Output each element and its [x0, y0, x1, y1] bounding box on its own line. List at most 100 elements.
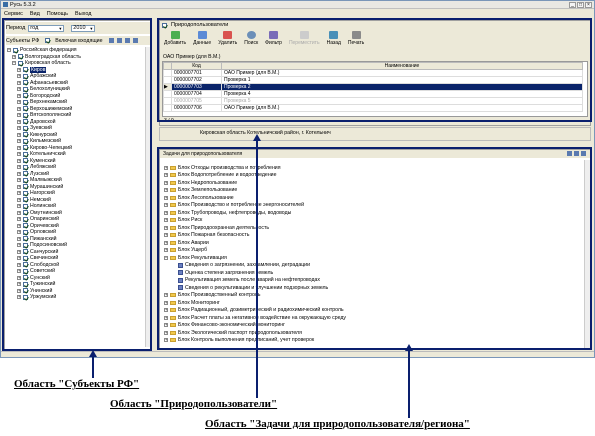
task-block-item[interactable]: + Блок Расчет платы за негативное воздейс…: [164, 314, 584, 322]
expand-icon[interactable]: +: [17, 223, 21, 228]
subject-checkbox[interactable]: [23, 275, 28, 281]
expand-icon[interactable]: +: [17, 230, 21, 235]
expand-icon[interactable]: +: [17, 106, 21, 111]
subject-checkbox[interactable]: [23, 73, 28, 79]
expand-icon[interactable]: +: [17, 178, 21, 183]
subject-item[interactable]: + Уржумский: [7, 294, 145, 301]
subject-checkbox[interactable]: [23, 132, 28, 138]
subject-checkbox[interactable]: [23, 184, 28, 190]
expand-icon[interactable]: +: [17, 288, 21, 293]
table-row[interactable]: ▶ 0000007703 Проверка 2: [163, 83, 583, 91]
expand-icon[interactable]: +: [164, 165, 168, 170]
subject-checkbox[interactable]: [23, 145, 28, 151]
expand-icon[interactable]: +: [164, 180, 168, 185]
table-row[interactable]: 0000007704 Проверка 4: [163, 90, 583, 98]
delete-button[interactable]: Удалить: [218, 31, 237, 46]
expand-icon[interactable]: +: [17, 67, 21, 72]
expand-icon[interactable]: +: [164, 293, 168, 298]
task-block-item[interactable]: + Блок Финансово-экономический мониторинг: [164, 322, 584, 330]
tasks-scrollbar[interactable]: [584, 160, 590, 348]
expand-icon[interactable]: +: [17, 256, 21, 261]
subject-checkbox[interactable]: [23, 106, 28, 112]
tasks-grid-icon[interactable]: [567, 151, 572, 156]
subject-checkbox[interactable]: [23, 138, 28, 144]
expand-icon[interactable]: +: [17, 80, 21, 85]
expand-icon[interactable]: +: [164, 308, 168, 313]
subject-checkbox[interactable]: [23, 255, 28, 261]
period-type-select[interactable]: год ▼: [28, 24, 65, 32]
expand-icon[interactable]: +: [164, 300, 168, 305]
task-block-item[interactable]: + Блок Ущерб: [164, 247, 584, 255]
expand-icon[interactable]: +: [17, 262, 21, 267]
subject-checkbox[interactable]: [23, 216, 28, 222]
task-block-item[interactable]: + Блок Риск: [164, 217, 584, 225]
menu-service[interactable]: Сервис: [4, 11, 23, 17]
expand-icon[interactable]: +: [164, 195, 168, 200]
task-block-item[interactable]: + Блок Лесопользование: [164, 194, 584, 202]
table-row[interactable]: 0000007701 ОАО Пример (для В.М.): [163, 69, 583, 77]
task-block-item[interactable]: + Блок Трубопроводы, нефтепроводы, водово…: [164, 209, 584, 217]
collapse-icon[interactable]: −: [164, 255, 168, 260]
expand-icon[interactable]: +: [17, 275, 21, 280]
menu-view[interactable]: Вид: [30, 11, 40, 17]
task-item[interactable]: Сведения о рекультивации и улучшении под…: [164, 284, 584, 292]
col-name[interactable]: Наименование: [221, 62, 583, 70]
expand-icon[interactable]: +: [12, 54, 16, 59]
expand-icon[interactable]: +: [17, 132, 21, 137]
subject-checkbox[interactable]: [23, 223, 28, 229]
include-children-checkbox[interactable]: [45, 38, 51, 43]
subject-checkbox[interactable]: [23, 164, 28, 170]
expand-icon[interactable]: +: [17, 74, 21, 79]
subject-checkbox[interactable]: [23, 197, 28, 203]
subject-checkbox[interactable]: [23, 242, 28, 248]
close-button[interactable]: ×: [585, 2, 592, 8]
move-button[interactable]: Переместить: [289, 31, 320, 46]
task-block-item[interactable]: + Блок Производственный контроль: [164, 292, 584, 300]
task-block-item[interactable]: + Блок Контроль выполнения предписаний, у…: [164, 337, 584, 345]
expand-icon[interactable]: +: [164, 315, 168, 320]
expand-icon[interactable]: +: [164, 330, 168, 335]
subject-checkbox[interactable]: [23, 86, 28, 92]
subjects-tab[interactable]: Субъекты РФ: [6, 38, 39, 44]
print-button[interactable]: Печать: [348, 31, 364, 46]
expand-icon[interactable]: +: [17, 282, 21, 287]
expand-icon[interactable]: +: [17, 113, 21, 118]
subject-checkbox[interactable]: [23, 229, 28, 235]
task-item[interactable]: Оценка степени загрязнения земель: [164, 269, 584, 277]
task-block-item[interactable]: + Блок Водопотребление и водоотведение: [164, 172, 584, 180]
search-button[interactable]: Поиск: [244, 31, 258, 46]
subject-checkbox[interactable]: [23, 171, 28, 177]
check-all-icon[interactable]: [124, 38, 130, 43]
expand-icon[interactable]: +: [17, 243, 21, 248]
expand-icon[interactable]: +: [164, 338, 168, 343]
col-code[interactable]: Код: [171, 62, 222, 70]
subject-checkbox[interactable]: [13, 47, 18, 53]
expand-icon[interactable]: +: [17, 269, 21, 274]
menu-help[interactable]: Помощь: [47, 11, 68, 17]
subject-checkbox[interactable]: [18, 60, 23, 66]
expand-icon[interactable]: +: [17, 197, 21, 202]
subject-checkbox[interactable]: [23, 281, 28, 287]
expand-icon[interactable]: +: [17, 171, 21, 176]
menu-exit[interactable]: Выход: [75, 11, 91, 17]
expand-icon[interactable]: +: [17, 210, 21, 215]
subject-checkbox[interactable]: [23, 262, 28, 268]
tasks-expand-icon[interactable]: [574, 151, 579, 156]
users-tab-checkbox[interactable]: [162, 22, 167, 28]
maximize-button[interactable]: □: [577, 2, 584, 8]
task-block-item[interactable]: + Блок Природоохранная деятельность: [164, 224, 584, 232]
expand-icon[interactable]: +: [17, 217, 21, 222]
expand-icon[interactable]: +: [164, 240, 168, 245]
expand-icon[interactable]: +: [164, 173, 168, 178]
subject-checkbox[interactable]: [23, 288, 28, 294]
minimize-button[interactable]: _: [569, 2, 576, 8]
expand-icon[interactable]: +: [17, 184, 21, 189]
task-block-item[interactable]: + Блок Мониторинг: [164, 299, 584, 307]
task-block-item[interactable]: + Блок Землепользование: [164, 187, 584, 195]
task-block-item[interactable]: + Блок Недропользование: [164, 179, 584, 187]
expand-icon[interactable]: +: [164, 323, 168, 328]
task-block-item[interactable]: − Блок Рекультивация: [164, 254, 584, 262]
subjects-scrollbar[interactable]: [145, 47, 151, 347]
expand-icon[interactable]: +: [17, 93, 21, 98]
task-block-item[interactable]: + Блок Аварии: [164, 239, 584, 247]
